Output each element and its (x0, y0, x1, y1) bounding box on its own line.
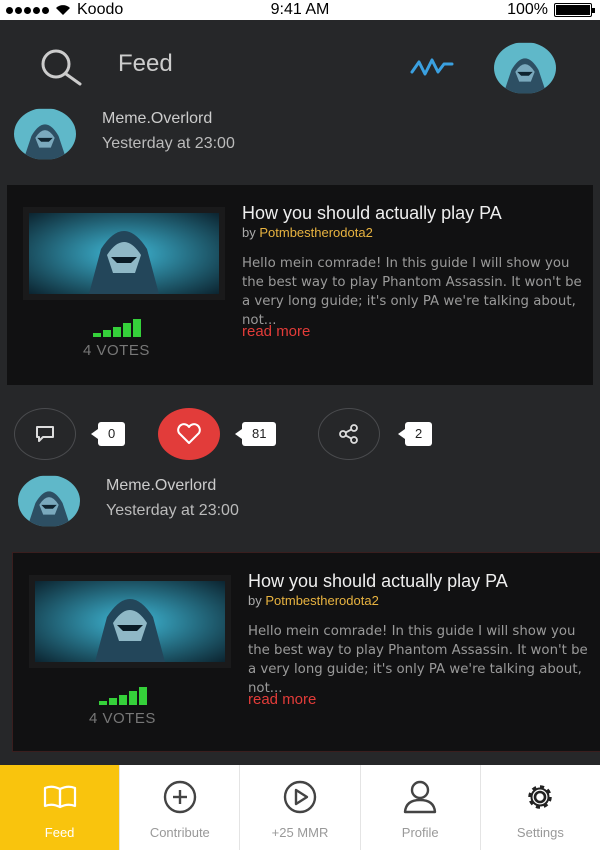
vote-count: 4 VOTES (89, 710, 156, 727)
post-timestamp: Yesterday at 23:00 (102, 135, 235, 152)
battery-percent: 100% (507, 1, 548, 18)
author-name[interactable]: Meme.Overlord (106, 477, 216, 495)
tab-contribute[interactable]: Contribute (120, 765, 241, 850)
guide-card[interactable]: 4 VOTES How you should actually play PA … (12, 552, 600, 752)
share-icon (339, 424, 358, 444)
guide-title[interactable]: How you should actually play PA (248, 571, 508, 592)
tab-label: Settings (516, 825, 564, 840)
app-header: Feed (0, 20, 600, 106)
post-author: Meme.Overlord Yesterday at 23:00 (14, 108, 314, 162)
profile-avatar[interactable] (494, 42, 556, 94)
guide-thumbnail[interactable] (29, 575, 231, 668)
share-count: 2 (397, 422, 433, 446)
user-icon (404, 780, 437, 814)
guide-author-link[interactable]: Potmbestherodota2 (259, 225, 372, 240)
play-circle-icon (283, 780, 317, 814)
tab-settings[interactable]: Settings (481, 765, 600, 850)
feed-screen: Feed Meme.Overlord Yesterday at 23:00 4 … (0, 20, 600, 765)
comment-icon (36, 426, 54, 442)
vote-bars-icon (93, 319, 141, 337)
book-icon (43, 785, 76, 809)
share-button[interactable] (318, 408, 380, 460)
guide-thumbnail[interactable] (23, 207, 225, 300)
bottom-tab-bar: Feed Contribute +25 MMR Profile Settings (0, 765, 600, 850)
search-icon[interactable] (38, 48, 86, 86)
vote-bars-icon (99, 687, 147, 705)
read-more-link[interactable]: read more (248, 691, 316, 708)
tab-mmr[interactable]: +25 MMR (240, 765, 361, 850)
battery-icon (554, 3, 595, 17)
tab-label: Feed (44, 825, 75, 840)
gear-icon (528, 785, 553, 809)
guide-card[interactable]: 4 VOTES How you should actually play PA … (7, 185, 593, 385)
guide-excerpt: Hello mein comrade! In this guide I will… (242, 256, 582, 328)
author-name[interactable]: Meme.Overlord (102, 110, 212, 128)
comment-count: 0 (90, 422, 126, 446)
like-button[interactable] (158, 408, 220, 460)
tab-profile[interactable]: Profile (361, 765, 481, 850)
heart-icon (177, 423, 201, 444)
byline-prefix: by (248, 593, 262, 608)
guide-byline: by Potmbestherodota2 (248, 593, 379, 608)
guide-excerpt: Hello mein comrade! In this guide I will… (248, 624, 588, 696)
tab-label: +25 MMR (271, 825, 329, 840)
guide-byline: by Potmbestherodota2 (242, 225, 373, 240)
tab-label: Profile (401, 825, 439, 840)
page-title: Feed (118, 50, 173, 77)
post-author: Meme.Overlord Yesterday at 23:00 (18, 475, 318, 529)
post-actions: 0 81 2 (0, 408, 600, 460)
like-count: 81 (234, 422, 277, 446)
guide-author-link[interactable]: Potmbestherodota2 (265, 593, 378, 608)
tab-label: Contribute (149, 825, 210, 840)
status-bar: Koodo 9:41 AM 100% (0, 0, 600, 20)
read-more-link[interactable]: read more (242, 323, 310, 340)
comment-button[interactable] (14, 408, 76, 460)
guide-title[interactable]: How you should actually play PA (242, 203, 502, 224)
tab-feed[interactable]: Feed (0, 765, 121, 850)
vote-count: 4 VOTES (83, 342, 150, 359)
plus-circle-icon (163, 780, 196, 814)
post-timestamp: Yesterday at 23:00 (106, 502, 239, 519)
activity-icon[interactable] (410, 54, 454, 80)
byline-prefix: by (242, 225, 256, 240)
